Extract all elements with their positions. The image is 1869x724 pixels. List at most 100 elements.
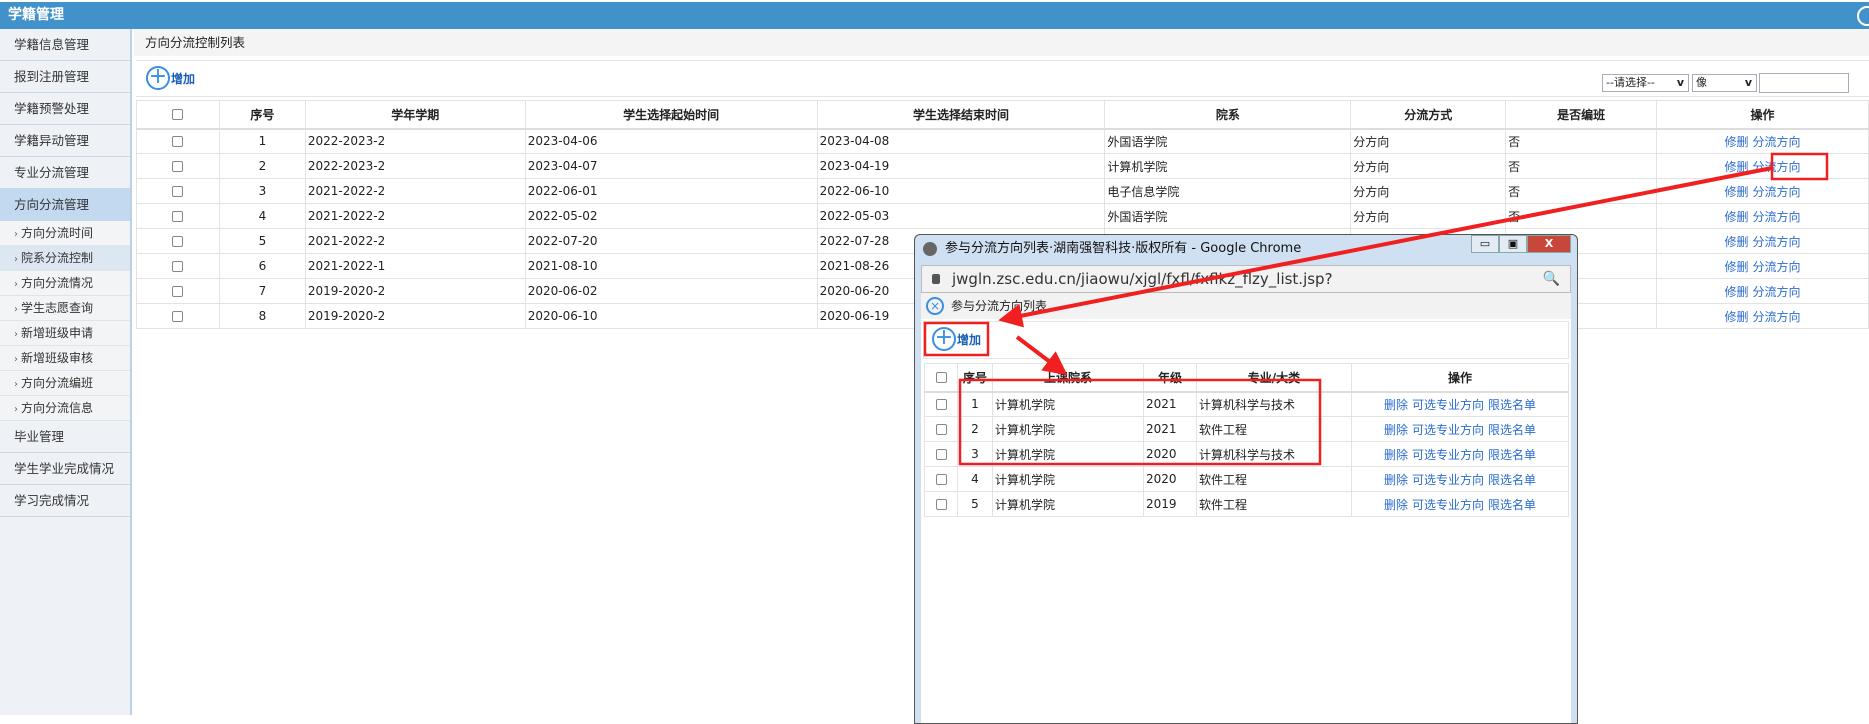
search-input[interactable] [1759,73,1849,93]
minimize-button[interactable]: ▭ [1471,235,1499,253]
chevron-right-icon: › [14,254,18,265]
edit-delete-link[interactable]: 修删 [1725,135,1749,149]
restricted-list-link[interactable]: 限选名单 [1488,423,1536,437]
column-header: 学生选择起始时间 [524,100,818,130]
row-checkbox[interactable] [172,286,184,297]
sidebar-subitem[interactable]: › 方向分流信息 [0,396,130,421]
edit-delete-link[interactable]: 修删 [1725,185,1749,199]
row-checkbox[interactable] [172,311,184,322]
delete-link[interactable]: 删除 [1384,423,1408,437]
operator-select[interactable]: 像 [1692,74,1757,92]
table-cell: 3 [957,441,993,467]
edit-delete-link[interactable]: 修删 [1725,260,1749,274]
collapse-icon[interactable] [1857,6,1869,26]
sidebar-item[interactable]: 专业分流管理 [0,157,130,189]
sidebar-subitem[interactable]: › 方向分流编班 [0,371,130,396]
split-direction-link[interactable]: 分流方向 [1753,310,1801,324]
table-cell: 外国语学院 [1104,203,1352,229]
address-bar[interactable]: jwgln.zsc.edu.cn/jiaowu/xjgl/fxfl/fxflkz… [921,265,1571,314]
table-cell: 2022-2023-2 [304,153,526,179]
row-select-cell [136,203,220,229]
edit-delete-link[interactable]: 修删 [1725,310,1749,324]
table-cell: 8 [218,303,306,329]
select-all-checkbox[interactable] [172,109,184,121]
sidebar-item[interactable]: 方向分流管理 [0,189,130,221]
edit-delete-link[interactable]: 修删 [1725,285,1749,299]
filter-field-select[interactable]: --请选择-- [1602,74,1689,92]
split-direction-link[interactable]: 分流方向 [1753,160,1801,174]
delete-link[interactable]: 删除 [1384,398,1408,412]
sidebar-item[interactable]: 学习完成情况 [0,485,130,517]
split-direction-link[interactable]: 分流方向 [1753,135,1801,149]
lock-icon [932,274,940,284]
select-all-checkbox[interactable] [935,372,947,384]
restricted-list-link[interactable]: 限选名单 [1488,498,1536,512]
close-button[interactable]: X [1527,235,1571,253]
edit-delete-link[interactable]: 修删 [1725,235,1749,249]
row-checkbox[interactable] [172,236,184,247]
delete-link[interactable]: 删除 [1384,448,1408,462]
row-checkbox[interactable] [935,499,947,510]
sidebar-subitem[interactable]: › 方向分流情况 [0,271,130,296]
row-checkbox[interactable] [935,474,947,485]
row-checkbox[interactable] [935,399,947,411]
restricted-list-link[interactable]: 限选名单 [1488,448,1536,462]
restricted-list-link[interactable]: 限选名单 [1488,473,1536,487]
split-direction-link[interactable]: 分流方向 [1753,210,1801,224]
column-header[interactable] [136,100,220,130]
split-direction-link[interactable]: 分流方向 [1753,235,1801,249]
row-checkbox[interactable] [172,186,184,197]
table-row: 3 计算机学院 2020 计算机科学与技术 删除 可选专业方向 限选名单 [924,441,1569,467]
optional-direction-link[interactable]: 可选专业方向 [1412,398,1484,412]
row-select-cell [136,178,220,204]
split-direction-link[interactable]: 分流方向 [1753,185,1801,199]
table-cell: 计算机学院 [992,466,1144,492]
table-cell: 2020-06-02 [524,278,818,304]
row-checkbox[interactable] [935,424,947,435]
sidebar-subitem[interactable]: › 方向分流时间 [0,221,130,246]
table-cell: 软件工程 [1196,466,1352,492]
split-direction-link[interactable]: 分流方向 [1753,285,1801,299]
split-direction-link[interactable]: 分流方向 [1753,260,1801,274]
row-select-cell [924,491,958,517]
sidebar-item[interactable]: 学籍预警处理 [0,93,130,125]
table-cell: 2023-04-19 [816,153,1106,179]
popup-add-button[interactable]: + 增加 [932,327,981,351]
chevron-right-icon: › [14,279,18,290]
table-cell: 2021-2022-1 [304,253,526,279]
sidebar-item[interactable]: 学生学业完成情况 [0,453,130,485]
row-checkbox[interactable] [935,449,947,460]
restricted-list-link[interactable]: 限选名单 [1488,398,1536,412]
sidebar-subitem[interactable]: › 院系分流控制 [0,246,130,271]
delete-link[interactable]: 删除 [1384,473,1408,487]
sidebar-item[interactable]: 学籍信息管理 [0,29,130,61]
edit-delete-link[interactable]: 修删 [1725,160,1749,174]
sidebar-subitem-label: 新增班级申请 [21,326,94,340]
row-checkbox[interactable] [172,211,184,222]
optional-direction-link[interactable]: 可选专业方向 [1412,498,1484,512]
zoom-icon[interactable]: 🔍 [1543,266,1560,292]
close-tab-icon[interactable]: × [926,297,944,315]
column-header: 上课院系 [992,363,1144,393]
sidebar-item[interactable]: 报到注册管理 [0,61,130,93]
optional-direction-link[interactable]: 可选专业方向 [1412,473,1484,487]
row-checkbox[interactable] [172,136,184,148]
sidebar-subitem[interactable]: › 学生志愿查询 [0,296,130,321]
table-cell: 4 [218,203,306,229]
maximize-button[interactable]: ▣ [1499,235,1527,253]
row-checkbox[interactable] [172,261,184,272]
optional-direction-link[interactable]: 可选专业方向 [1412,448,1484,462]
sidebar-item[interactable]: 学籍异动管理 [0,125,130,157]
sidebar-item[interactable]: 毕业管理 [0,421,130,453]
optional-direction-link[interactable]: 可选专业方向 [1412,423,1484,437]
sidebar-subitem[interactable]: › 新增班级申请 [0,321,130,346]
row-checkbox[interactable] [172,161,184,172]
add-button[interactable]: + 增加 [146,66,195,90]
row-select-cell [136,128,220,154]
delete-link[interactable]: 删除 [1384,498,1408,512]
sidebar-subitem[interactable]: › 新增班级审核 [0,346,130,371]
edit-delete-link[interactable]: 修删 [1725,210,1749,224]
table-cell: 4 [957,466,993,492]
table-cell: 2023-04-08 [816,128,1106,154]
table-cell: 3 [218,178,306,204]
